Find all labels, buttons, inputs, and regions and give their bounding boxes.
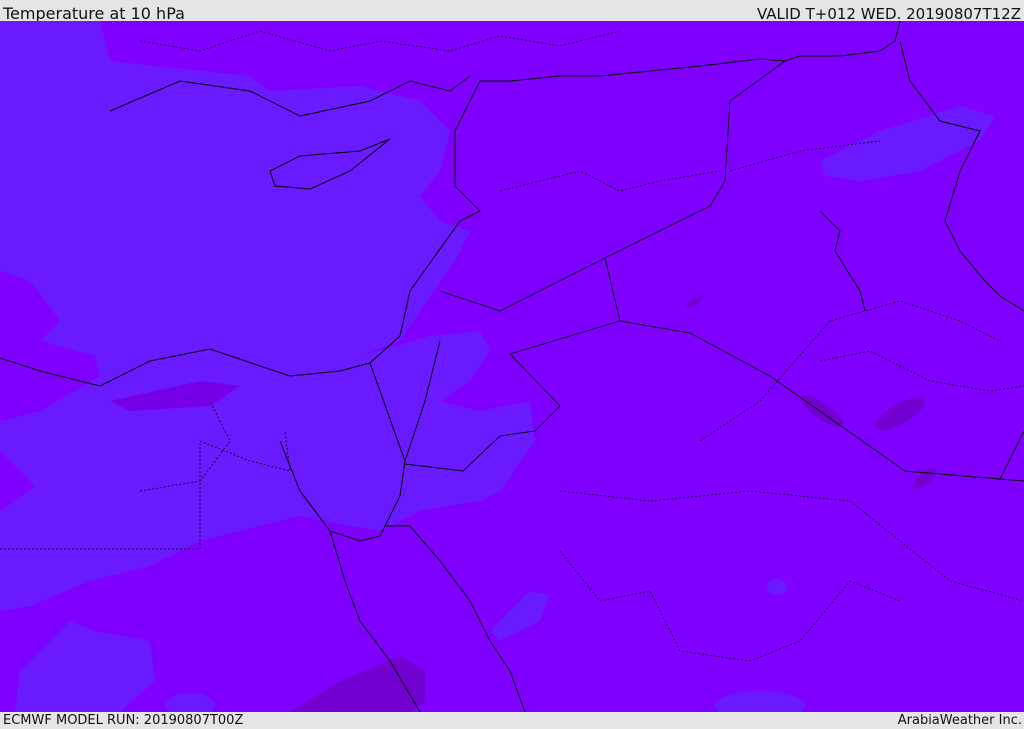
cool-contour-spot (767, 579, 787, 595)
footer-bar: ECMWF MODEL RUN: 20190807T00Z ArabiaWeat… (0, 712, 1024, 729)
header-bar: Temperature at 10 hPa VALID T+012 WED. 2… (0, 0, 1024, 23)
temperature-map[interactable] (0, 21, 1024, 712)
model-run: ECMWF MODEL RUN: 20190807T00Z (3, 713, 244, 728)
brand-credit: ArabiaWeather Inc. (897, 713, 1022, 728)
